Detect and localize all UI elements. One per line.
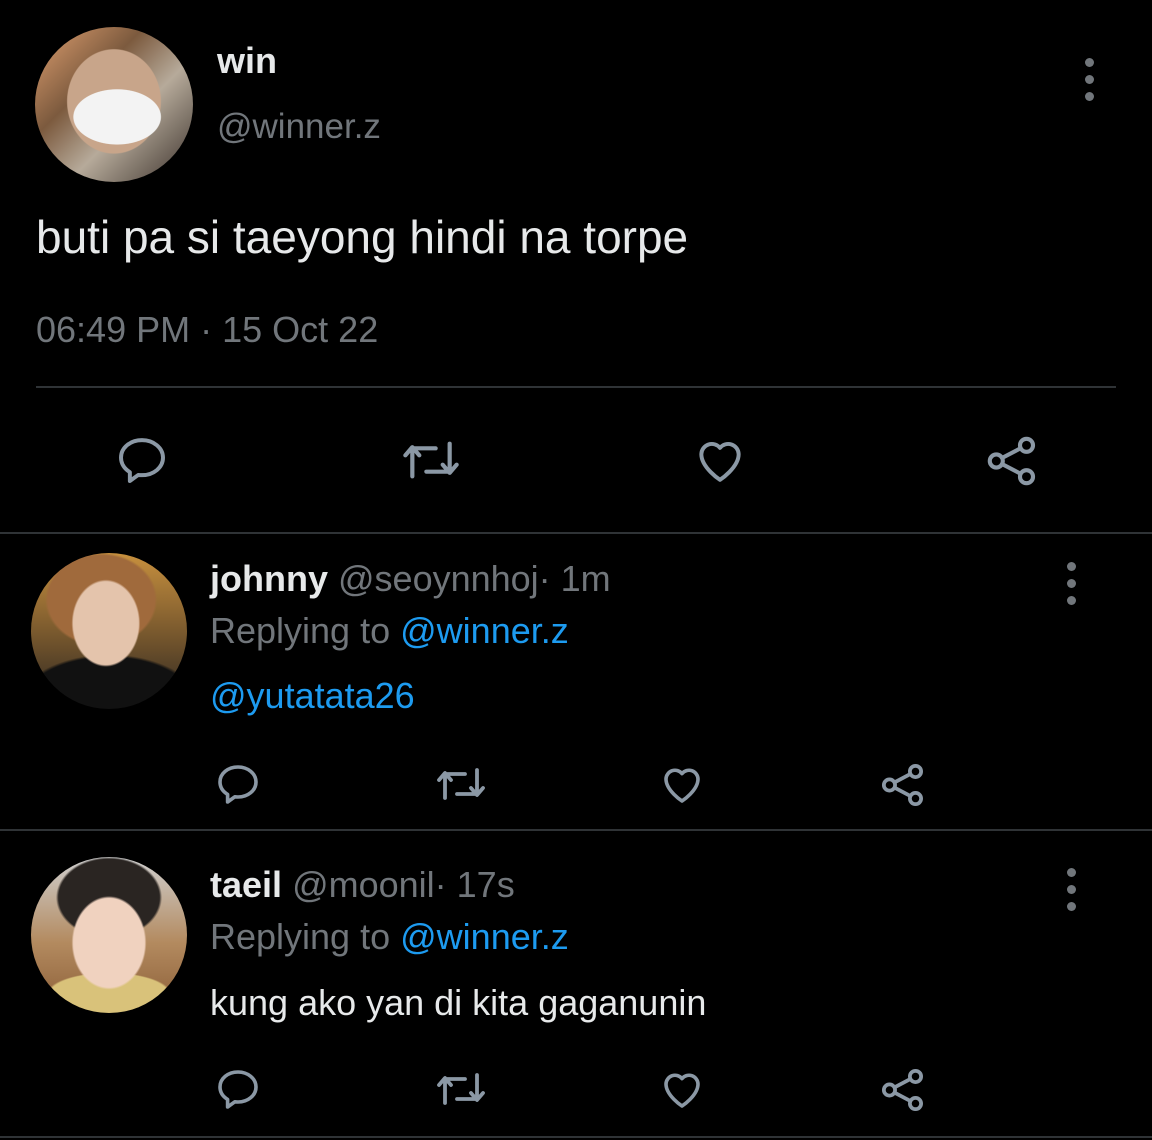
tweet-timestamp: 06:49 PM · 15 Oct 22	[36, 309, 378, 351]
tweet-date: 15 Oct 22	[222, 309, 379, 350]
tweet-divider	[36, 386, 1116, 388]
timestamp-separator: ·	[200, 309, 213, 350]
reply-time: · 1m	[538, 558, 611, 599]
bottom-divider	[0, 1136, 1152, 1138]
share-icon[interactable]	[878, 1065, 928, 1115]
reply-display-name[interactable]: taeil	[210, 864, 282, 905]
tweet-time: 06:49 PM	[36, 309, 191, 350]
retweet-icon[interactable]	[398, 432, 464, 488]
replying-to: Replying to @winner.z	[210, 610, 569, 652]
reply-header: johnny @seoynnhoj· 1m	[210, 558, 611, 600]
reply-time: · 17s	[434, 864, 515, 905]
share-icon[interactable]	[983, 432, 1041, 490]
reply-header: taeil @moonil· 17s	[210, 864, 515, 906]
author-display-name[interactable]: win	[217, 40, 277, 82]
reply-handle[interactable]: @moonil	[292, 864, 435, 905]
like-icon[interactable]	[657, 1065, 707, 1113]
more-options-icon[interactable]	[1079, 58, 1099, 101]
retweet-icon[interactable]	[432, 1065, 490, 1113]
reply-avatar[interactable]	[31, 553, 187, 709]
section-divider	[0, 532, 1152, 534]
reply-display-name[interactable]: johnny	[210, 558, 328, 599]
more-options-icon[interactable]	[1061, 868, 1081, 911]
retweet-icon[interactable]	[432, 760, 490, 808]
reply-avatar[interactable]	[31, 857, 187, 1013]
reply-text: kung ako yan di kita gaganunin	[210, 982, 707, 1023]
replying-to-label: Replying to	[210, 916, 391, 957]
reply-icon[interactable]	[213, 760, 263, 808]
reply-icon[interactable]	[114, 432, 170, 488]
reply-divider	[0, 829, 1152, 831]
reply-handle[interactable]: @seoynnhoj	[338, 558, 539, 599]
author-handle[interactable]: @winner.z	[217, 107, 381, 147]
like-icon[interactable]	[657, 760, 707, 808]
reply-mention[interactable]: @yutatata26	[210, 675, 415, 717]
replying-to-handle[interactable]: @winner.z	[400, 610, 569, 651]
tweet-text: buti pa si taeyong hindi na torpe	[36, 211, 689, 263]
replying-to: Replying to @winner.z	[210, 916, 569, 958]
replying-to-handle[interactable]: @winner.z	[400, 916, 569, 957]
share-icon[interactable]	[878, 760, 928, 810]
author-avatar[interactable]	[35, 27, 193, 182]
like-icon[interactable]	[691, 432, 749, 488]
more-options-icon[interactable]	[1061, 562, 1081, 605]
replying-to-label: Replying to	[210, 610, 391, 651]
reply-icon[interactable]	[213, 1065, 263, 1113]
